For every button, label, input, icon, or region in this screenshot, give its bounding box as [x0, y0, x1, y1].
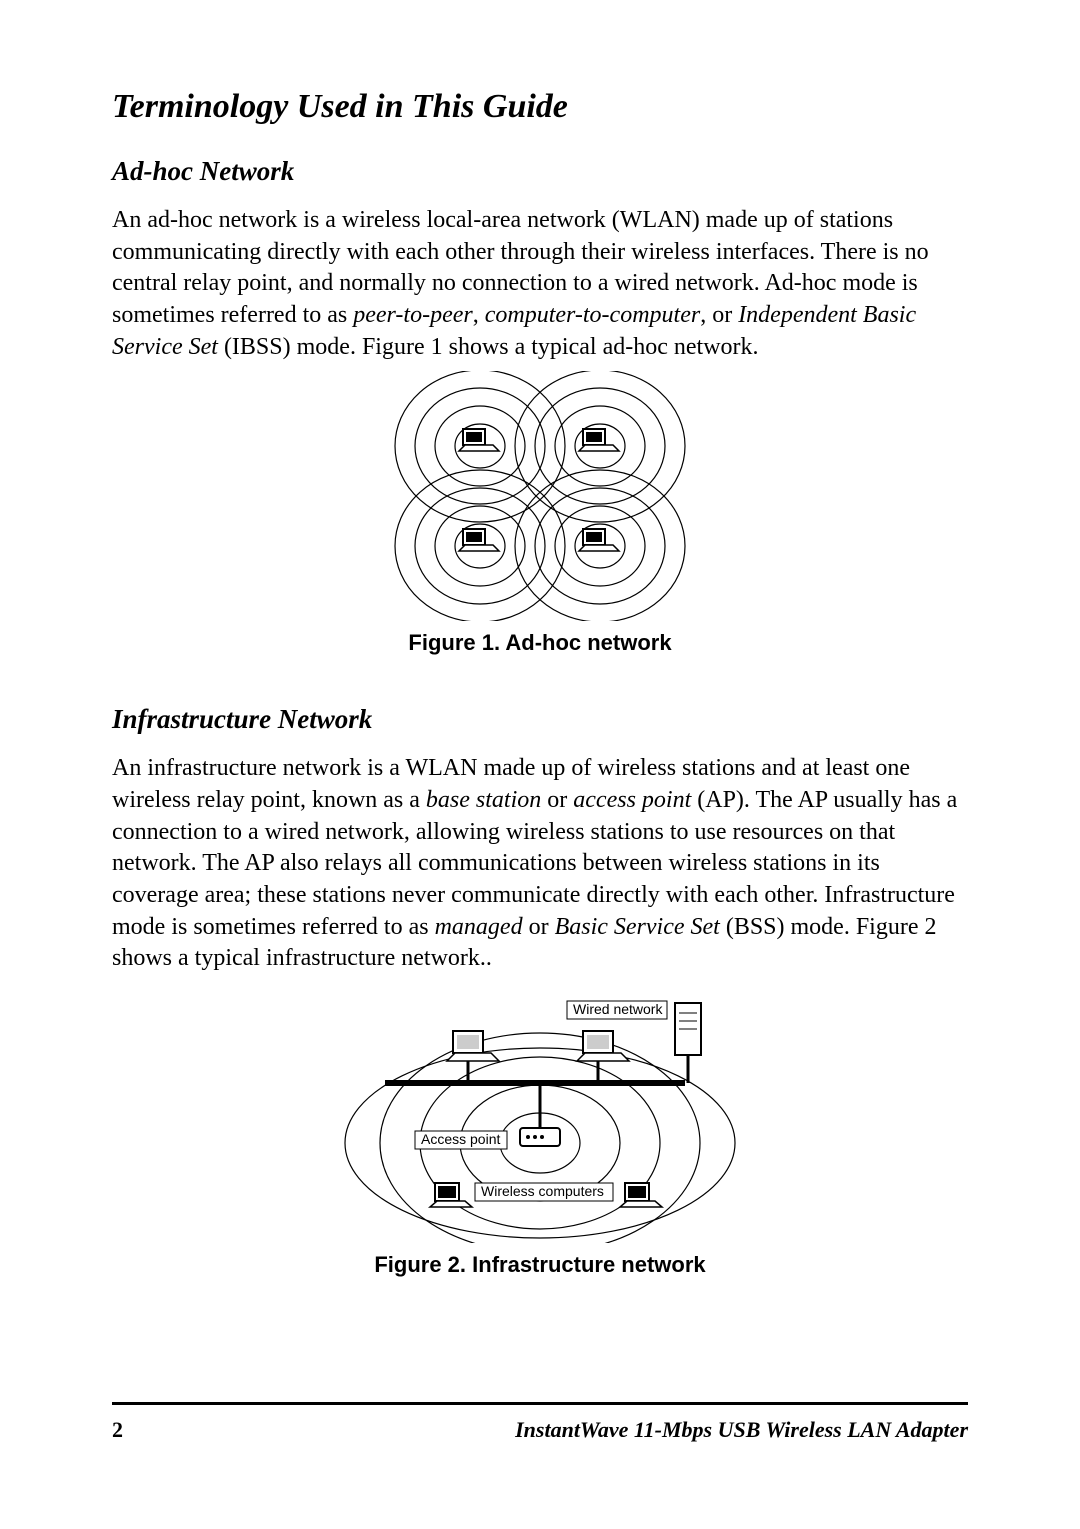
section-infra-paragraph: An infrastructure network is a WLAN made…: [112, 753, 968, 975]
text: (IBSS) mode. Figure 1 shows a typical ad…: [218, 334, 759, 360]
server-icon: [675, 1003, 701, 1083]
section-adhoc-title: Ad-hoc Network: [112, 156, 968, 187]
term-bss: Basic Service Set: [555, 914, 720, 940]
text: or: [523, 914, 555, 940]
section-infra-title: Infrastructure Network: [112, 704, 968, 735]
text: ,: [473, 302, 485, 328]
term-peer-to-peer: peer-to-peer: [353, 302, 472, 328]
figure-1-caption: Figure 1. Ad-hoc network: [112, 630, 968, 656]
figure-2-infrastructure-network: Wired network Access point Wireless comp…: [325, 983, 755, 1243]
section-adhoc-paragraph: An ad-hoc network is a wireless local-ar…: [112, 205, 968, 363]
access-point-icon: [520, 1128, 560, 1146]
text: or: [541, 787, 573, 813]
footer-title: InstantWave 11-Mbps USB Wireless LAN Ada…: [515, 1417, 968, 1443]
term-access-point: access point: [573, 787, 691, 813]
computer-icon: [459, 429, 619, 551]
computer-icon: [620, 1183, 662, 1207]
figure-2-caption: Figure 2. Infrastructure network: [112, 1252, 968, 1278]
page-title: Terminology Used in This Guide: [112, 88, 968, 126]
label-wireless-computers: Wireless computers: [481, 1183, 604, 1199]
label-wired-network: Wired network: [573, 1001, 663, 1017]
figure-1-adhoc-network: [385, 371, 695, 621]
page-number: 2: [112, 1417, 123, 1443]
term-managed: managed: [435, 914, 523, 940]
computer-icon: [430, 1183, 472, 1207]
label-access-point: Access point: [421, 1131, 500, 1147]
computer-icon: [577, 1031, 629, 1083]
term-base-station: base station: [426, 787, 541, 813]
term-computer-to-computer: computer-to-computer: [485, 302, 700, 328]
page-footer: 2 InstantWave 11-Mbps USB Wireless LAN A…: [112, 1402, 968, 1443]
text: , or: [700, 302, 738, 328]
